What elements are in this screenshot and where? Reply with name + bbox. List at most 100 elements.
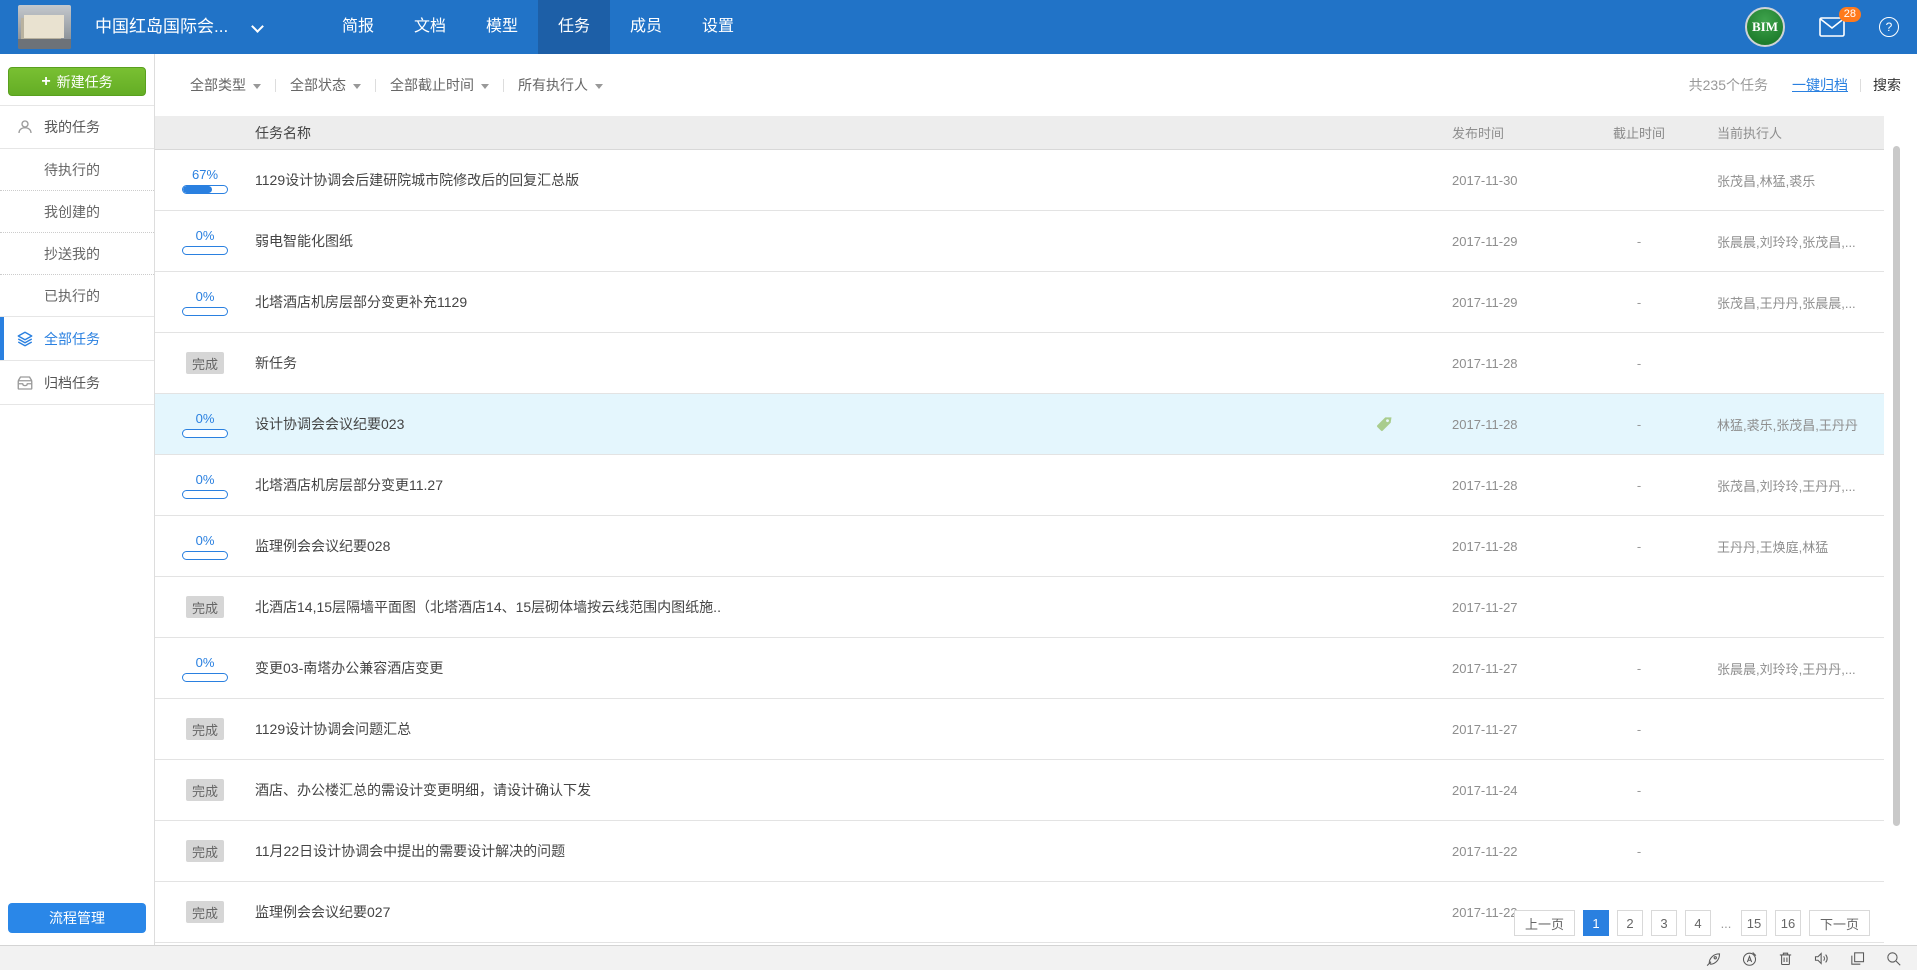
- sidebar: 新建任务 我的任务 待执行的 我创建的 抄送我的 已执行的: [0, 54, 155, 945]
- due-date: -: [1554, 234, 1684, 249]
- top-navbar: 中国红岛国际会... 简报 文档 模型 任务 成员 设置 BIM 28 ?: [0, 0, 1917, 54]
- project-thumbnail[interactable]: [18, 5, 71, 49]
- sidebar-item-archived-tasks[interactable]: 归档任务: [0, 361, 154, 405]
- table-row[interactable]: 0% 设计协调会会议纪要023 2017-11-28 - 林猛,裘乐,张茂昌,王…: [155, 394, 1884, 455]
- task-name[interactable]: 北塔酒店机房层部分变更11.27: [255, 475, 1374, 495]
- page-button[interactable]: 4: [1685, 910, 1711, 936]
- progress-bar: [182, 185, 228, 194]
- table-row[interactable]: 0% 监理例会会议纪要028 2017-11-28 - 王丹丹,王焕庭,林猛: [155, 516, 1884, 577]
- due-date: -: [1554, 539, 1684, 554]
- messages-button[interactable]: 28: [1819, 17, 1845, 37]
- task-name[interactable]: 北酒店14,15层隔墙平面图（北塔酒店14、15层砌体墙按云线范围内图纸施..: [255, 597, 1374, 617]
- tab-settings[interactable]: 设置: [682, 0, 754, 54]
- filter-status-dropdown[interactable]: 全部状态: [290, 75, 361, 95]
- page-button[interactable]: 1: [1583, 910, 1609, 936]
- new-task-button[interactable]: 新建任务: [8, 67, 146, 96]
- due-date: -: [1554, 783, 1684, 798]
- progress-bar: [182, 551, 228, 560]
- scrollbar-thumb[interactable]: [1893, 146, 1900, 826]
- table-row[interactable]: 完成 北酒店14,15层隔墙平面图（北塔酒店14、15层砌体墙按云线范围内图纸施…: [155, 577, 1884, 638]
- one-click-archive-link[interactable]: 一键归档: [1792, 75, 1848, 95]
- task-table-body: 67% 1129设计协调会后建研院城市院修改后的回复汇总版 2017-11-30…: [155, 150, 1884, 943]
- progress-label: 0%: [196, 533, 215, 548]
- chevron-down-icon: [253, 84, 261, 89]
- tab-tasks[interactable]: 任务: [538, 0, 610, 54]
- page-button[interactable]: 2: [1617, 910, 1643, 936]
- sidebar-item-my-tasks[interactable]: 我的任务: [0, 105, 154, 149]
- tab-members[interactable]: 成员: [610, 0, 682, 54]
- status-badge: 完成: [186, 840, 224, 862]
- task-table: 任务名称 发布时间 截止时间 当前执行人 67% 1129设计协调会后建研院城市…: [155, 116, 1884, 943]
- executors: 王丹丹,王焕庭,林猛: [1684, 537, 1884, 556]
- due-date: -: [1554, 478, 1684, 493]
- sidebar-item-executed[interactable]: 已执行的: [0, 275, 154, 317]
- speaker-icon[interactable]: [1813, 950, 1830, 967]
- header-publish-date: 发布时间: [1414, 123, 1554, 142]
- project-name[interactable]: 中国红岛国际会...: [95, 0, 228, 54]
- sidebar-item-label: 归档任务: [44, 373, 100, 393]
- table-row[interactable]: 0% 弱电智能化图纸 2017-11-29 - 张晨晨,刘玲玲,张茂昌,...: [155, 211, 1884, 272]
- sidebar-item-all-tasks[interactable]: 全部任务: [0, 317, 154, 361]
- filter-executor-dropdown[interactable]: 所有执行人: [518, 75, 603, 95]
- task-name[interactable]: 新任务: [255, 353, 1374, 373]
- task-name[interactable]: 1129设计协调会后建研院城市院修改后的回复汇总版: [255, 170, 1374, 190]
- page-button[interactable]: 3: [1651, 910, 1677, 936]
- sidebar-item-label: 待执行的: [44, 160, 100, 180]
- table-row[interactable]: 67% 1129设计协调会后建研院城市院修改后的回复汇总版 2017-11-30…: [155, 150, 1884, 211]
- trash-icon[interactable]: [1777, 950, 1794, 967]
- progress-bar: [182, 307, 228, 316]
- process-management-button[interactable]: 流程管理: [8, 903, 146, 933]
- help-button[interactable]: ?: [1879, 17, 1899, 37]
- tag-icon: [1374, 414, 1394, 434]
- sidebar-item-cc-me[interactable]: 抄送我的: [0, 233, 154, 275]
- page-button[interactable]: 15: [1741, 910, 1767, 936]
- chevron-down-icon[interactable]: [251, 20, 264, 33]
- page-button[interactable]: 上一页: [1514, 910, 1575, 936]
- chevron-down-icon: [595, 84, 603, 89]
- task-name[interactable]: 1129设计协调会问题汇总: [255, 719, 1374, 739]
- executors: 张茂昌,王丹丹,张晨晨,...: [1684, 293, 1884, 312]
- progress-indicator: 0%: [182, 533, 228, 560]
- table-row[interactable]: 0% 北塔酒店机房层部分变更11.27 2017-11-28 - 张茂昌,刘玲玲…: [155, 455, 1884, 516]
- task-name[interactable]: 监理例会会议纪要028: [255, 536, 1374, 556]
- task-name[interactable]: 11月22日设计协调会中提出的需要设计解决的问题: [255, 841, 1374, 861]
- sidebar-item-label: 全部任务: [44, 329, 100, 349]
- page-button[interactable]: 16: [1775, 910, 1801, 936]
- table-row[interactable]: 0% 北塔酒店机房层部分变更补充1129 2017-11-29 - 张茂昌,王丹…: [155, 272, 1884, 333]
- table-row[interactable]: 0% 变更03-南塔办公兼容酒店变更 2017-11-27 - 张晨晨,刘玲玲,…: [155, 638, 1884, 699]
- filter-label: 全部类型: [190, 75, 246, 95]
- sidebar-item-pending[interactable]: 待执行的: [0, 149, 154, 191]
- window-restore-icon[interactable]: [1849, 950, 1866, 967]
- executors: 张晨晨,刘玲玲,王丹丹,...: [1684, 659, 1884, 678]
- plus-icon: [41, 73, 50, 91]
- status-badge: 完成: [186, 779, 224, 801]
- divider: [503, 79, 504, 92]
- table-row[interactable]: 完成 1129设计协调会问题汇总 2017-11-27 -: [155, 699, 1884, 760]
- task-name[interactable]: 变更03-南塔办公兼容酒店变更: [255, 658, 1374, 678]
- task-name[interactable]: 监理例会会议纪要027: [255, 902, 1374, 922]
- page-button[interactable]: 下一页: [1809, 910, 1870, 936]
- search-link[interactable]: 搜索: [1873, 75, 1901, 95]
- header-due-date: 截止时间: [1554, 123, 1684, 142]
- progress-bar: [182, 673, 228, 682]
- progress-indicator: 67%: [182, 167, 228, 194]
- search-icon[interactable]: [1885, 950, 1902, 967]
- table-row[interactable]: 完成 酒店、办公楼汇总的需设计变更明细，请设计确认下发 2017-11-24 -: [155, 760, 1884, 821]
- tab-models[interactable]: 模型: [466, 0, 538, 54]
- rocket-slash-icon[interactable]: [1705, 950, 1722, 967]
- sidebar-item-created-by-me[interactable]: 我创建的: [0, 191, 154, 233]
- task-name[interactable]: 弱电智能化图纸: [255, 231, 1374, 251]
- task-name[interactable]: 北塔酒店机房层部分变更补充1129: [255, 292, 1374, 312]
- filter-type-dropdown[interactable]: 全部类型: [190, 75, 261, 95]
- divider: [275, 79, 276, 92]
- tab-documents[interactable]: 文档: [394, 0, 466, 54]
- tab-briefing[interactable]: 简报: [322, 0, 394, 54]
- table-row[interactable]: 完成 11月22日设计协调会中提出的需要设计解决的问题 2017-11-22 -: [155, 821, 1884, 882]
- task-name[interactable]: 酒店、办公楼汇总的需设计变更明细，请设计确认下发: [255, 780, 1374, 800]
- task-name[interactable]: 设计协调会会议纪要023: [255, 414, 1374, 434]
- filter-label: 所有执行人: [518, 75, 588, 95]
- navbar-right: BIM 28 ?: [1745, 0, 1899, 54]
- table-row[interactable]: 完成 新任务 2017-11-28 -: [155, 333, 1884, 394]
- filter-deadline-dropdown[interactable]: 全部截止时间: [390, 75, 489, 95]
- letter-a-circle-icon[interactable]: [1741, 950, 1758, 967]
